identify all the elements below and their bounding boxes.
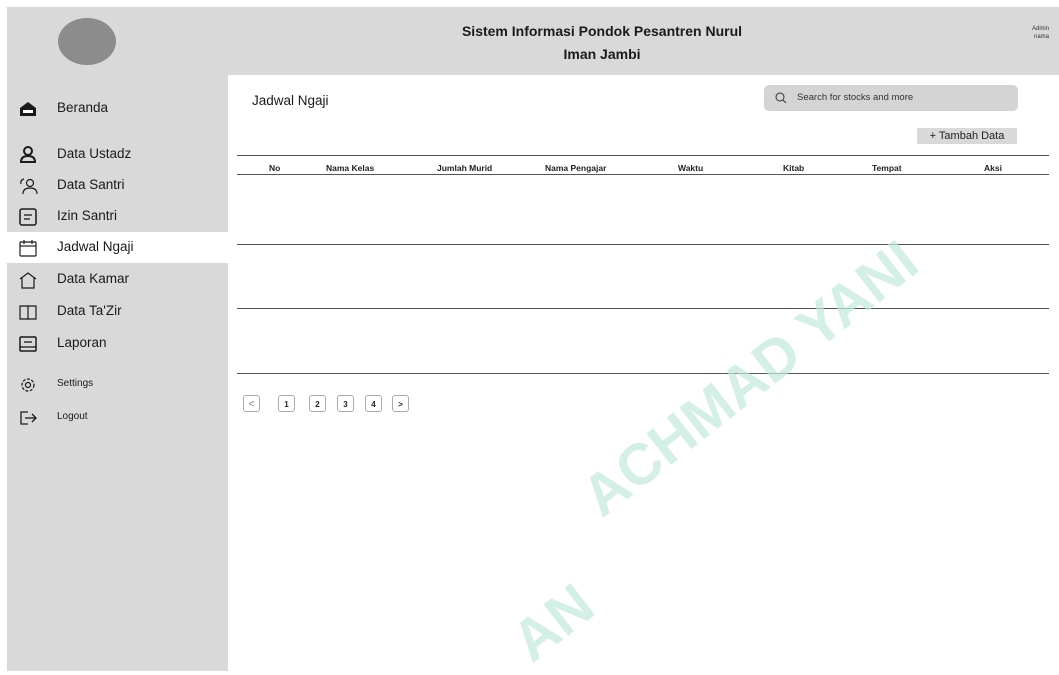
table-row-divider [237,308,1049,309]
user-icon [19,146,37,163]
sidebar-item-izin-santri[interactable]: Izin Santri [7,201,228,232]
column-header-aksi: Aksi [984,163,1002,173]
sidebar-item-label: Jadwal Ngaji [57,239,134,254]
sidebar-item-label: Settings [57,378,94,389]
table-row-divider [237,244,1049,245]
table-header-border [237,174,1049,175]
search-icon [775,92,787,104]
app-title: Sistem Informasi Pondok Pesantren Nurul … [407,20,797,66]
sidebar-item-label: Izin Santri [57,208,118,223]
sidebar-item-label: Data Kamar [57,271,130,286]
column-header-tempat: Tempat [872,163,902,173]
sidebar-item-laporan[interactable]: Laporan [7,328,228,359]
search-input[interactable]: Search for stocks and more [797,92,913,103]
admin-role: Admin [1031,26,1049,32]
sidebar-item-settings[interactable]: Settings [7,369,228,400]
sidebar-item-label: Laporan [57,335,107,350]
add-data-button[interactable]: + Tambah Data [917,128,1017,144]
page-button-4[interactable]: 4 [365,395,382,412]
sidebar-item-label: Beranda [57,100,109,115]
sidebar-item-label: Data Ta'Zir [57,303,122,318]
app-title-line1: Sistem Informasi Pondok Pesantren Nurul [461,23,743,39]
book-icon [19,305,37,320]
sidebar-item-logout[interactable]: Logout [7,402,228,433]
sidebar: Beranda Data Ustadz Data Santri Izin San… [7,75,228,671]
column-header-no: No [269,163,281,173]
column-header-nama-kelas: Nama Kelas [326,163,375,173]
header-bar: Sistem Informasi Pondok Pesantren Nurul … [7,7,1059,75]
house-outline-icon [19,272,37,289]
users-icon [20,178,38,195]
logo [58,18,116,65]
document-icon [19,208,37,226]
sidebar-item-label: Data Santri [57,177,125,192]
table-row-divider [237,373,1049,374]
gear-icon [21,378,35,392]
report-icon [19,336,37,352]
sidebar-item-label: Data Ustadz [57,146,132,161]
column-header-jumlah-murid: Jumlah Murid [437,163,493,173]
sidebar-item-label: Logout [57,411,88,422]
calendar-icon [19,240,37,257]
page-title: Jadwal Ngaji [252,93,329,108]
page-button-2[interactable]: 2 [309,395,326,412]
app-window: Sistem Informasi Pondok Pesantren Nurul … [7,7,1059,671]
sidebar-item-data-kamar[interactable]: Data Kamar [7,264,228,295]
sidebar-item-jadwal-ngaji[interactable]: Jadwal Ngaji [7,232,228,263]
next-page-button[interactable]: > [392,395,409,412]
app-title-line2: Iman Jambi [563,46,641,62]
search-bar[interactable]: Search for stocks and more [764,85,1018,111]
logout-icon [20,411,37,425]
admin-profile[interactable]: Admin nama [1032,25,1049,41]
home-icon [20,102,36,116]
column-header-waktu: Waktu [678,163,704,173]
page-button-3[interactable]: 3 [337,395,354,412]
page-button-1[interactable]: 1 [278,395,295,412]
sidebar-item-beranda[interactable]: Beranda [7,93,228,124]
table-top-border [237,155,1049,156]
sidebar-item-data-santri[interactable]: Data Santri [7,170,228,201]
prev-page-button[interactable]: < [243,395,260,412]
admin-name: nama [1033,34,1049,40]
sidebar-item-data-ustadz[interactable]: Data Ustadz [7,139,228,170]
sidebar-item-data-tazir[interactable]: Data Ta'Zir [7,296,228,327]
column-header-kitab: Kitab [783,163,805,173]
column-header-nama-pengajar: Nama Pengajar [545,163,607,173]
